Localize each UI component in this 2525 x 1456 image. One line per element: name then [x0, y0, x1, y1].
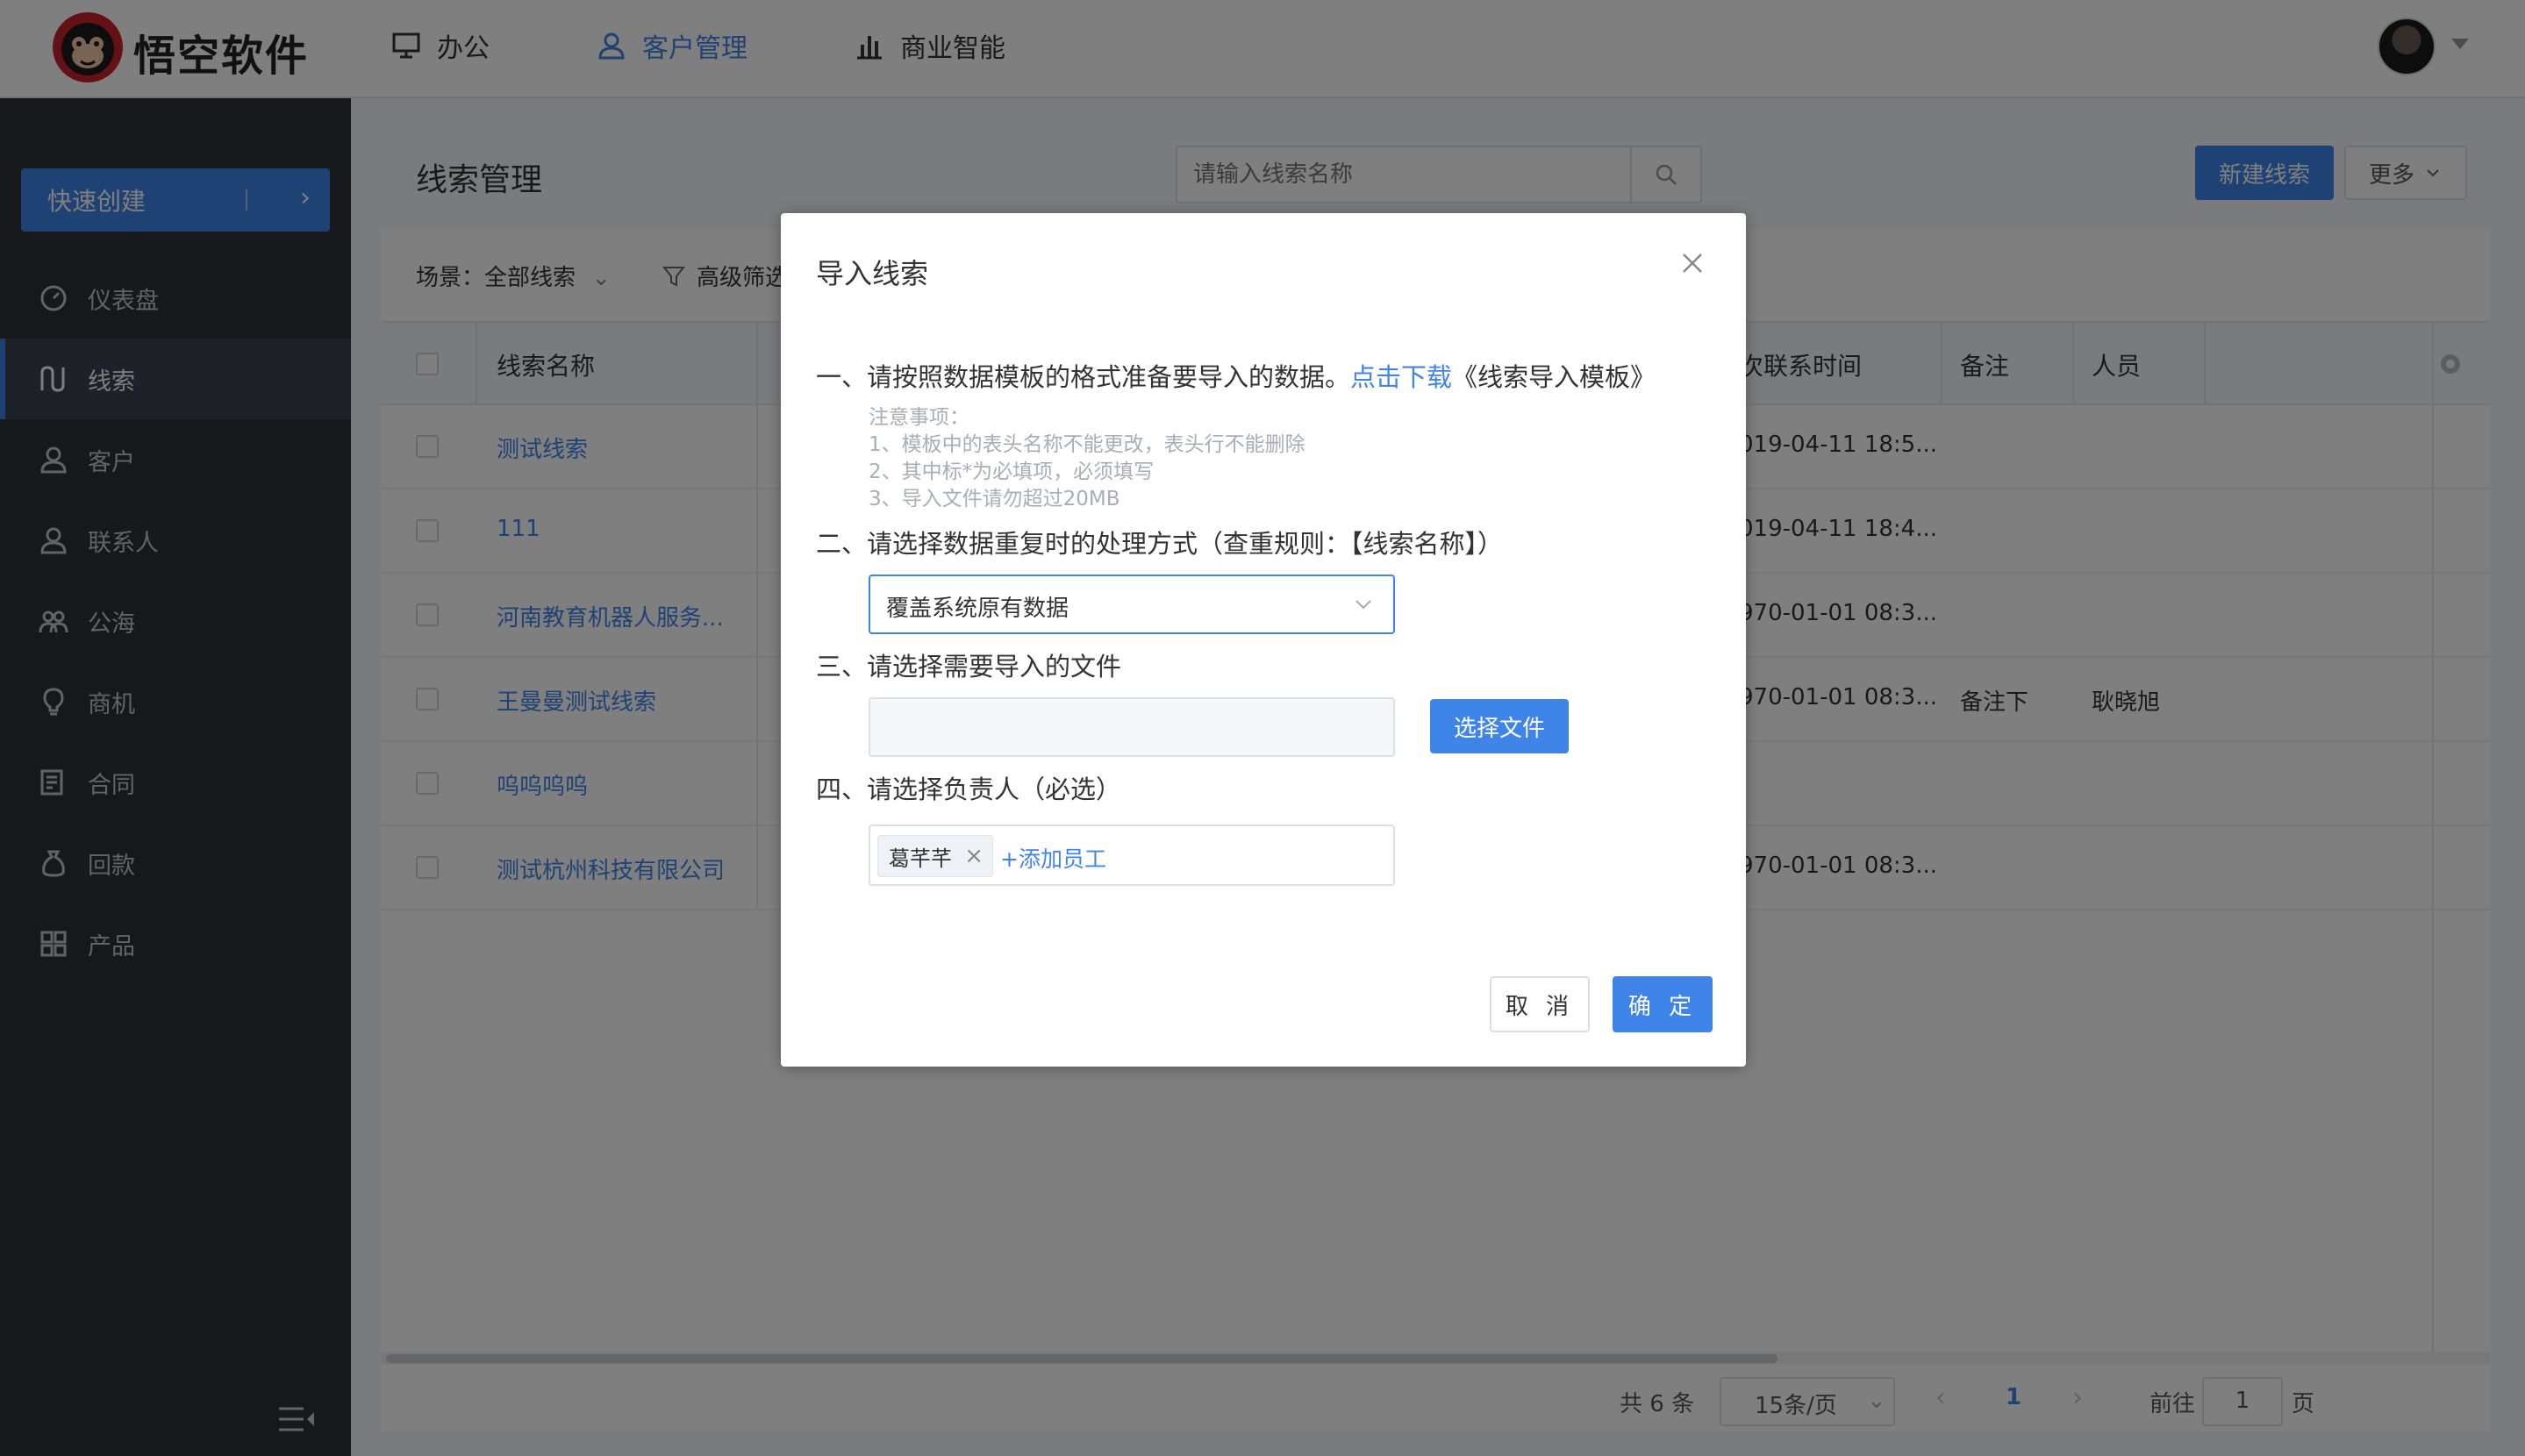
close-icon[interactable] [1679, 250, 1706, 276]
dialog-title: 导入线索 [816, 257, 929, 290]
template-name: 《线索导入模板》 [1452, 362, 1656, 392]
cancel-button[interactable]: 取 消 [1490, 976, 1590, 1032]
step-3-text: 三、请选择需要导入的文件 [816, 652, 1122, 682]
notes-line: 2、其中标*为必填项，必须填写 [869, 460, 1155, 483]
owner-selector[interactable]: 葛芊芊 × +添加员工 [869, 824, 1395, 886]
duplicate-handling-select[interactable]: 覆盖系统原有数据 [869, 575, 1395, 634]
step-4-text: 四、请选择负责人（必选） [816, 774, 1122, 804]
import-leads-dialog: 导入线索 一、请按照数据模板的格式准备要导入的数据。点击下载《线索导入模板》 注… [781, 213, 1746, 1067]
owner-tag-label: 葛芊芊 [889, 846, 952, 871]
choose-file-button[interactable]: 选择文件 [1430, 699, 1569, 753]
owner-tag: 葛芊芊 × [877, 835, 993, 877]
step-1-text: 一、请按照数据模板的格式准备要导入的数据。 [816, 362, 1351, 392]
chevron-down-icon [1355, 600, 1371, 610]
notes-line: 1、模板中的表头名称不能更改，表头行不能删除 [869, 433, 1305, 456]
confirm-label: 确 定 [1627, 993, 1698, 1020]
cancel-label: 取 消 [1505, 993, 1575, 1020]
file-path-field[interactable] [869, 697, 1395, 757]
import-notes: 注意事项： 1、模板中的表头名称不能更改，表头行不能删除 2、其中标*为必填项，… [869, 404, 1305, 513]
notes-line: 3、导入文件请勿超过20MB [869, 488, 1120, 510]
confirm-button[interactable]: 确 定 [1613, 976, 1713, 1032]
notes-line: 注意事项： [869, 406, 969, 429]
add-employee-link[interactable]: +添加员工 [1000, 842, 1106, 874]
duplicate-handling-value: 覆盖系统原有数据 [886, 596, 1069, 622]
download-template-link[interactable]: 点击下载 [1350, 362, 1452, 392]
step-1: 一、请按照数据模板的格式准备要导入的数据。点击下载《线索导入模板》 [816, 357, 1656, 394]
step-2-text: 二、请选择数据重复时的处理方式（查重规则：【线索名称】） [816, 529, 1504, 559]
remove-tag-icon[interactable]: × [964, 843, 984, 869]
